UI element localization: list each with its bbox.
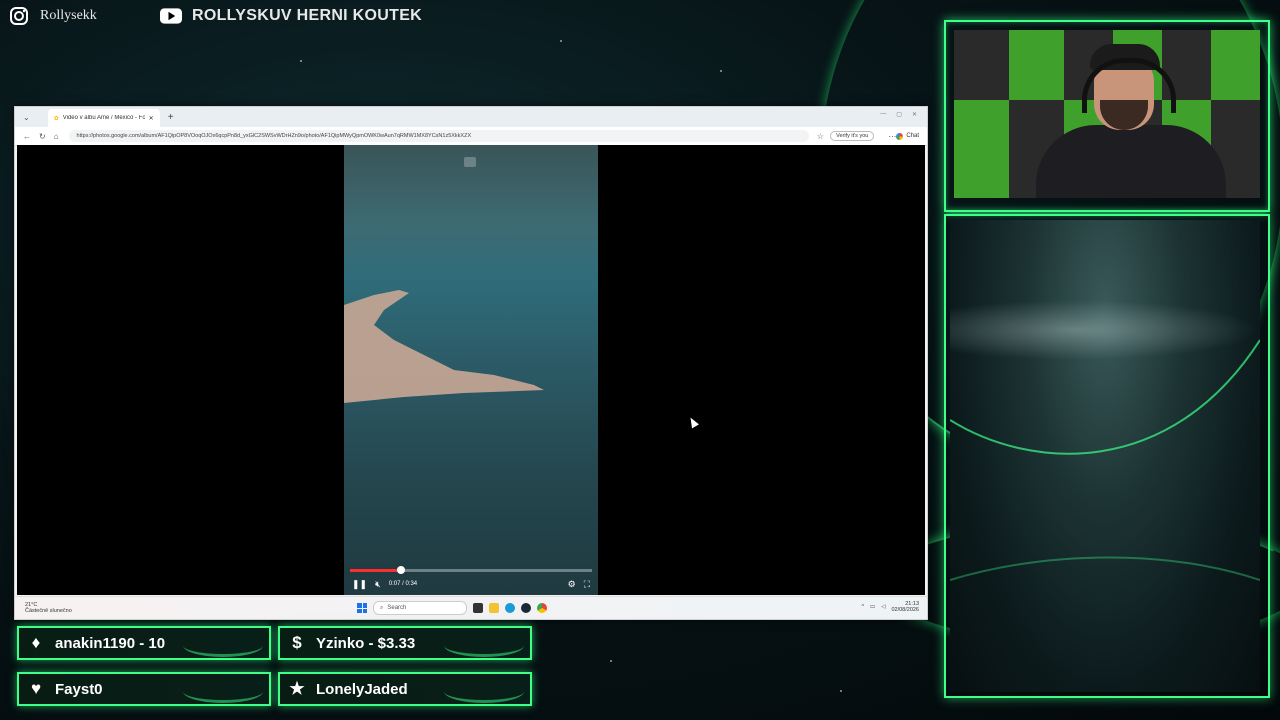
instagram-handle: Rollysekk: [8, 4, 97, 28]
browser-address-bar: ← ↻ ⌂ https://photos.google.com/album/AF…: [15, 127, 927, 146]
video-mute-overlay-icon[interactable]: [464, 157, 476, 167]
clock-date: 02/08/2026: [891, 607, 919, 613]
event-label: Fayst0: [55, 680, 103, 698]
photo-viewer: ❚❚ 🔇︎ 0:07 / 0:34 ⚙ ⛶: [17, 145, 925, 595]
screen-capture-browser: ⌄ ✿ Video v albu Ame / Mexico - Foto ✕ +…: [14, 106, 928, 620]
panel-glow-lines: [950, 339, 1260, 581]
verify-button[interactable]: Verify it's you: [830, 131, 875, 141]
edge-browser-icon[interactable]: [505, 603, 515, 613]
mute-icon[interactable]: 🔇︎: [375, 579, 381, 590]
video-player[interactable]: ❚❚ 🔇︎ 0:07 / 0:34 ⚙ ⛶: [344, 145, 598, 595]
event-diamond: ♦ anakin1190 - 10: [17, 626, 271, 660]
task-view-icon[interactable]: [473, 603, 483, 613]
chat-label: Chat: [906, 133, 919, 139]
close-window-icon[interactable]: ✕: [912, 111, 917, 118]
search-icon: ⌕: [380, 604, 384, 611]
event-subscriber: ★ LonelyJaded: [278, 672, 532, 706]
close-tab-icon[interactable]: ✕: [149, 115, 154, 122]
video-controls: ❚❚ 🔇︎ 0:07 / 0:34 ⚙ ⛶: [352, 577, 590, 591]
video-progress-handle[interactable]: [396, 566, 405, 574]
browser-tab-title: Video v albu Ame / Mexico - Foto: [62, 115, 145, 121]
video-progress-bar[interactable]: [350, 566, 592, 574]
chrome-icon[interactable]: [537, 603, 547, 613]
event-donation: $ Yzinko - $3.33: [278, 626, 532, 660]
home-icon[interactable]: ⌂: [54, 132, 59, 141]
webcam-feed: [954, 30, 1260, 198]
chat-button[interactable]: Chat: [896, 132, 919, 140]
weather-desc: Částečně slunečno: [25, 608, 72, 614]
dollar-icon: $: [292, 633, 302, 652]
chat-icon: [896, 132, 904, 140]
webcam-frame: [944, 20, 1270, 212]
event-follow: ♥ Fayst0: [17, 672, 271, 706]
new-tab-button[interactable]: +: [168, 112, 174, 123]
taskbar-apps: ⌕ Search: [357, 601, 547, 615]
side-panel-frame: [944, 214, 1270, 698]
youtube-channel-label: ROLLYSKUV HERNI KOUTEK: [192, 7, 423, 24]
video-time: 0:07 / 0:34: [388, 581, 418, 587]
url-field[interactable]: https://photos.google.com/album/AF1QipOP…: [68, 130, 809, 142]
windows-start-icon[interactable]: [357, 603, 367, 613]
instagram-icon: [8, 5, 30, 27]
taskbar-clock[interactable]: 21:13 02/08/2026: [891, 601, 919, 613]
mouse-cursor-icon: [687, 415, 699, 429]
event-label: Yzinko - $3.33: [316, 634, 416, 652]
tray-chevron-icon[interactable]: ^: [861, 604, 864, 610]
event-label: anakin1190 - 10: [55, 634, 166, 652]
favorite-icon[interactable]: ☆: [817, 132, 824, 141]
settings-gear-icon[interactable]: ⚙: [568, 579, 576, 590]
browser-tab-active[interactable]: ✿ Video v albu Ame / Mexico - Foto ✕: [47, 109, 160, 127]
tab-list-icon[interactable]: ⌄: [23, 113, 30, 122]
file-explorer-icon[interactable]: [489, 603, 499, 613]
windows-taskbar: 21°C Částečně slunečno ⌕ Search ^ ▭ ◁ 21…: [15, 596, 927, 619]
volume-icon[interactable]: ◁: [881, 604, 885, 610]
youtube-channel: ROLLYSKUV HERNI KOUTEK: [160, 4, 422, 28]
taskbar-search[interactable]: ⌕ Search: [373, 601, 467, 615]
window-controls: — ▢ ✕: [880, 111, 917, 118]
pause-icon[interactable]: ❚❚: [352, 579, 367, 590]
reload-icon[interactable]: ↻: [39, 132, 46, 141]
fullscreen-icon[interactable]: ⛶: [584, 579, 590, 590]
event-label: LonelyJaded: [316, 680, 408, 698]
browser-tabbar: ⌄ ✿ Video v albu Ame / Mexico - Foto ✕ +…: [15, 107, 927, 127]
instagram-handle-label: Rollysekk: [40, 8, 97, 23]
steam-icon[interactable]: [521, 603, 531, 613]
heart-icon: ♥: [30, 679, 42, 698]
network-icon[interactable]: ▭: [870, 604, 875, 610]
video-progress-fill: [350, 569, 401, 572]
back-icon[interactable]: ←: [23, 132, 31, 141]
youtube-icon: [160, 5, 182, 27]
diamond-icon: ♦: [31, 633, 41, 652]
star-icon: ★: [289, 679, 305, 698]
side-panel-art: [950, 220, 1260, 692]
minimize-icon[interactable]: —: [880, 111, 886, 118]
system-tray: ^ ▭ ◁ 21:13 02/08/2026: [861, 601, 919, 613]
more-options-icon[interactable]: ⋯: [888, 132, 896, 141]
maximize-icon[interactable]: ▢: [896, 111, 902, 118]
taskbar-search-placeholder: Search: [387, 605, 407, 611]
google-photos-icon: ✿: [53, 115, 59, 122]
video-frame-sand: [344, 290, 544, 403]
weather-widget[interactable]: 21°C Částečně slunečno: [25, 602, 95, 614]
